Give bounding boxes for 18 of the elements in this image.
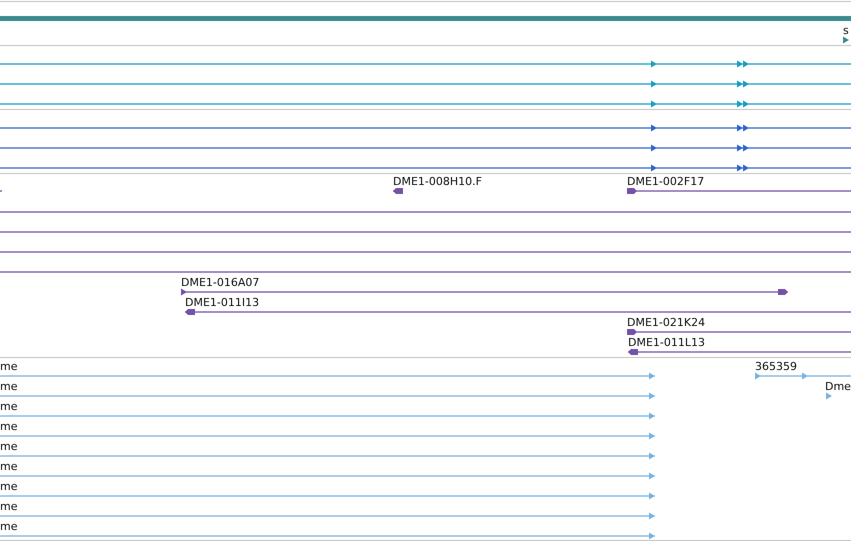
feature-label: DME1-016A07	[181, 276, 260, 289]
feature-label: DME1-002F17	[627, 175, 704, 188]
feature-label: me	[0, 480, 18, 493]
feature-label: me	[0, 360, 18, 373]
feature-label: DME1-011L13	[628, 336, 705, 349]
feature-label: DME1-008H10.F	[393, 175, 482, 188]
feature-label: DME1-011I13	[185, 296, 260, 309]
feature-label: me	[0, 520, 18, 533]
feature-label: Dme	[825, 380, 851, 393]
feature-label: me	[0, 460, 18, 473]
feature-label: DME1-021K24	[627, 316, 706, 329]
feature-label: me	[0, 420, 18, 433]
feature-label: me	[0, 380, 18, 393]
feature-label: me	[0, 400, 18, 413]
feature-label: me	[0, 440, 18, 453]
feature-label: 365359	[755, 360, 797, 373]
feature-label: me	[0, 500, 18, 513]
feature-label: s	[843, 24, 849, 37]
